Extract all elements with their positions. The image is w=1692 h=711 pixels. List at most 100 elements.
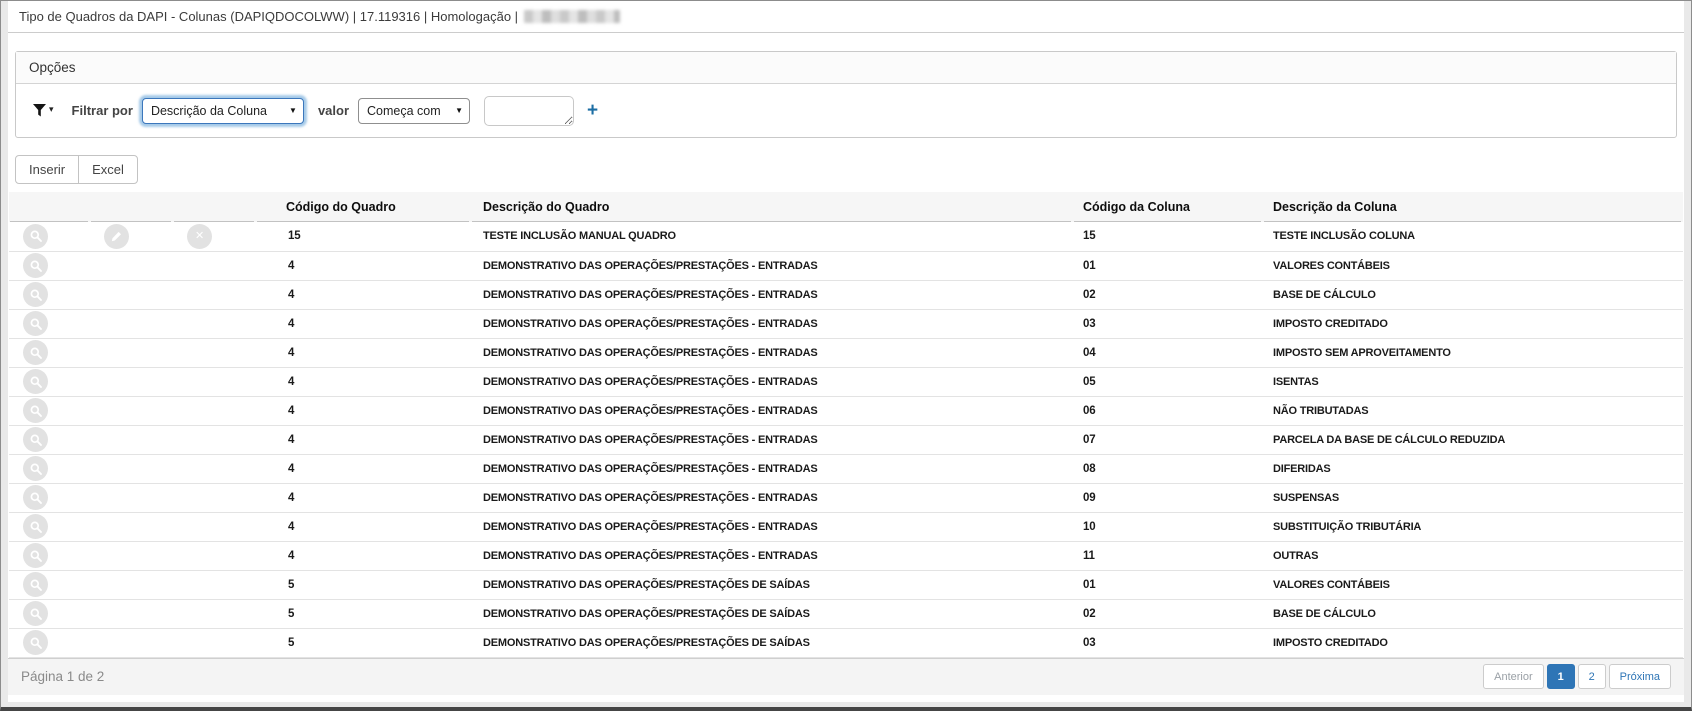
page-status: Página 1 de 2 — [21, 669, 104, 684]
table-row: ✕ 4 DEMONSTRATIVO DAS OPERAÇÕES/PRESTAÇÕ… — [9, 338, 1683, 367]
filter-field-select[interactable]: Descrição da Coluna — [142, 98, 304, 124]
view-record-button[interactable] — [23, 224, 48, 249]
descricao-quadro-cell: DEMONSTRATIVO DAS OPERAÇÕES/PRESTAÇÕES -… — [471, 541, 1073, 570]
filter-funnel-button[interactable]: ▾ — [32, 103, 54, 118]
descricao-quadro-cell: DEMONSTRATIVO DAS OPERAÇÕES/PRESTAÇÕES -… — [471, 483, 1073, 512]
next-page-button[interactable]: Próxima — [1609, 664, 1671, 689]
magnifier-icon — [29, 607, 43, 621]
codigo-coluna-cell: 11 — [1073, 541, 1263, 570]
codigo-quadro-cell: 4 — [256, 396, 471, 425]
descricao-quadro-cell: DEMONSTRATIVO DAS OPERAÇÕES/PRESTAÇÕES -… — [471, 512, 1073, 541]
descricao-coluna-cell: ISENTAS — [1263, 367, 1683, 396]
table-row: ✕ 5 DEMONSTRATIVO DAS OPERAÇÕES/PRESTAÇÕ… — [9, 628, 1683, 657]
descricao-quadro-cell: DEMONSTRATIVO DAS OPERAÇÕES/PRESTAÇÕES -… — [471, 396, 1073, 425]
magnifier-icon — [29, 404, 43, 418]
codigo-coluna-cell: 01 — [1073, 251, 1263, 280]
view-record-button[interactable] — [23, 340, 48, 365]
descricao-coluna-cell: VALORES CONTÁBEIS — [1263, 251, 1683, 280]
table-row: ✕ 5 DEMONSTRATIVO DAS OPERAÇÕES/PRESTAÇÕ… — [9, 599, 1683, 628]
codigo-coluna-cell: 07 — [1073, 425, 1263, 454]
view-record-button[interactable] — [23, 427, 48, 452]
descricao-coluna-cell: TESTE INCLUSÃO COLUNA — [1263, 222, 1683, 251]
view-record-button[interactable] — [23, 311, 48, 336]
codigo-coluna-cell: 06 — [1073, 396, 1263, 425]
header-action-delete — [173, 192, 256, 222]
descricao-quadro-cell: DEMONSTRATIVO DAS OPERAÇÕES/PRESTAÇÕES D… — [471, 628, 1073, 657]
descricao-coluna-cell: BASE DE CÁLCULO — [1263, 599, 1683, 628]
magnifier-icon — [29, 549, 43, 563]
descricao-coluna-cell: IMPOSTO CREDITADO — [1263, 628, 1683, 657]
view-record-button[interactable] — [23, 456, 48, 481]
close-icon: ✕ — [195, 231, 204, 242]
table-row: ✕ 4 DEMONSTRATIVO DAS OPERAÇÕES/PRESTAÇÕ… — [9, 251, 1683, 280]
codigo-quadro-cell: 4 — [256, 280, 471, 309]
view-record-button[interactable] — [23, 572, 48, 597]
filter-value-input[interactable] — [484, 96, 574, 126]
funnel-caret-icon: ▾ — [49, 104, 54, 114]
toolbar: Inserir Excel — [15, 155, 138, 184]
magnifier-icon — [29, 433, 43, 447]
table-row: ✕ 4 DEMONSTRATIVO DAS OPERAÇÕES/PRESTAÇÕ… — [9, 367, 1683, 396]
view-record-button[interactable] — [23, 543, 48, 568]
view-record-button[interactable] — [23, 514, 48, 539]
descricao-quadro-cell: TESTE INCLUSÃO MANUAL QUADRO — [471, 222, 1073, 251]
codigo-quadro-cell: 5 — [256, 599, 471, 628]
magnifier-icon — [29, 346, 43, 360]
descricao-coluna-cell: DIFERIDAS — [1263, 454, 1683, 483]
codigo-coluna-cell: 09 — [1073, 483, 1263, 512]
view-record-button[interactable] — [23, 282, 48, 307]
browser-window: Tipo de Quadros da DAPI - Colunas (DAPIQ… — [0, 0, 1692, 711]
magnifier-icon — [29, 229, 43, 243]
magnifier-icon — [29, 375, 43, 389]
view-record-button[interactable] — [23, 369, 48, 394]
descricao-quadro-cell: DEMONSTRATIVO DAS OPERAÇÕES/PRESTAÇÕES -… — [471, 338, 1073, 367]
view-record-button[interactable] — [23, 398, 48, 423]
excel-button[interactable]: Excel — [78, 155, 138, 184]
descricao-coluna-cell: NÃO TRIBUTADAS — [1263, 396, 1683, 425]
view-record-button[interactable] — [23, 630, 48, 655]
codigo-coluna-cell: 02 — [1073, 599, 1263, 628]
data-grid: Código do Quadro Descrição do Quadro Cód… — [9, 192, 1683, 658]
funnel-icon — [32, 103, 47, 118]
options-panel: Opções ▾ Filtrar por Descrição da Coluna… — [15, 51, 1677, 138]
view-record-button[interactable] — [23, 485, 48, 510]
codigo-coluna-cell: 03 — [1073, 628, 1263, 657]
codigo-coluna-cell: 01 — [1073, 570, 1263, 599]
magnifier-icon — [29, 288, 43, 302]
view-record-button[interactable] — [23, 253, 48, 278]
magnifier-icon — [29, 491, 43, 505]
header-action-edit — [90, 192, 173, 222]
edit-record-button[interactable] — [104, 224, 129, 249]
filter-operator-select-wrap: Começa com ▼ — [358, 98, 470, 124]
filter-operator-select[interactable]: Começa com — [358, 98, 470, 124]
previous-page-button[interactable]: Anterior — [1483, 664, 1544, 689]
magnifier-icon — [29, 317, 43, 331]
header-descricao-coluna: Descrição da Coluna — [1263, 192, 1683, 222]
pagination: Anterior 1 2 Próxima — [1483, 664, 1671, 689]
page-1-button[interactable]: 1 — [1547, 664, 1575, 689]
filter-field-select-wrap: Descrição da Coluna ▼ — [142, 98, 304, 124]
insert-button[interactable]: Inserir — [15, 155, 79, 184]
header-action-view — [9, 192, 90, 222]
descricao-coluna-cell: SUSPENSAS — [1263, 483, 1683, 512]
filter-by-label: Filtrar por — [72, 103, 133, 118]
table-row: ✕ 4 DEMONSTRATIVO DAS OPERAÇÕES/PRESTAÇÕ… — [9, 396, 1683, 425]
codigo-quadro-cell: 4 — [256, 338, 471, 367]
redacted-user-text — [524, 10, 620, 23]
codigo-quadro-cell: 15 — [256, 222, 471, 251]
codigo-coluna-cell: 04 — [1073, 338, 1263, 367]
table-row: ✕ 4 DEMONSTRATIVO DAS OPERAÇÕES/PRESTAÇÕ… — [9, 309, 1683, 338]
magnifier-icon — [29, 259, 43, 273]
codigo-coluna-cell: 03 — [1073, 309, 1263, 338]
table-row: ✕ 4 DEMONSTRATIVO DAS OPERAÇÕES/PRESTAÇÕ… — [9, 280, 1683, 309]
table-row: ✕ 4 DEMONSTRATIVO DAS OPERAÇÕES/PRESTAÇÕ… — [9, 454, 1683, 483]
add-filter-button[interactable]: + — [587, 101, 598, 120]
page-title-bar: Tipo de Quadros da DAPI - Colunas (DAPIQ… — [8, 1, 1684, 33]
descricao-coluna-cell: SUBSTITUIÇÃO TRIBUTÁRIA — [1263, 512, 1683, 541]
view-record-button[interactable] — [23, 601, 48, 626]
codigo-quadro-cell: 4 — [256, 541, 471, 570]
page-2-button[interactable]: 2 — [1578, 664, 1606, 689]
descricao-quadro-cell: DEMONSTRATIVO DAS OPERAÇÕES/PRESTAÇÕES -… — [471, 367, 1073, 396]
codigo-quadro-cell: 4 — [256, 454, 471, 483]
delete-record-button[interactable]: ✕ — [187, 224, 212, 249]
